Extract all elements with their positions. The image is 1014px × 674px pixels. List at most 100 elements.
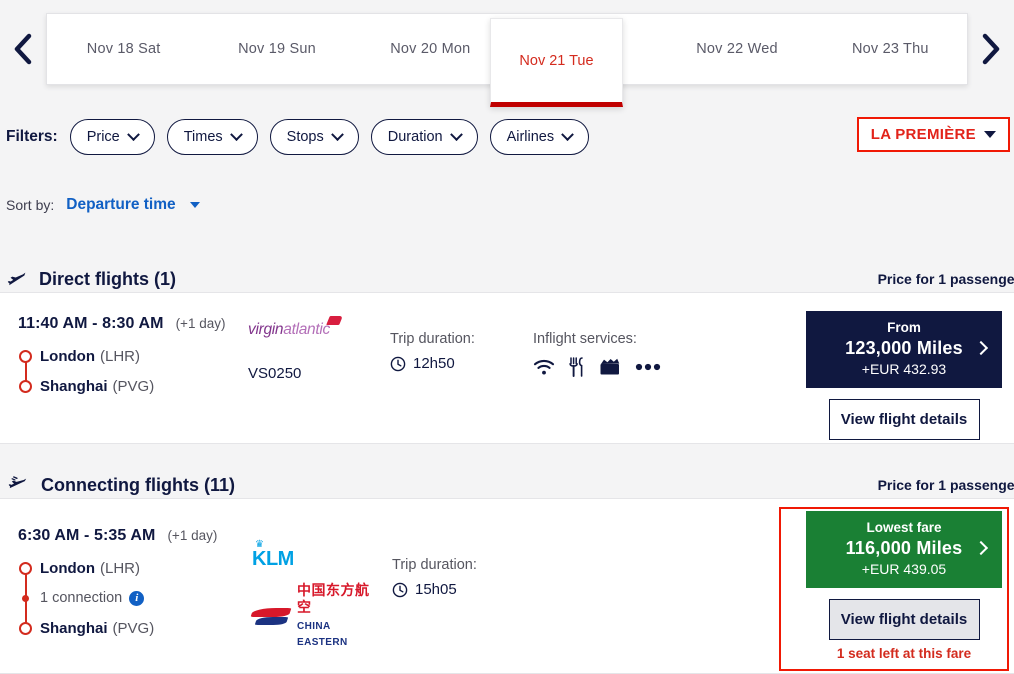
filter-price-label: Price [86,129,120,145]
price-note-connecting: Price for 1 passenger [877,477,1014,493]
filter-times-button[interactable]: Times [166,119,258,155]
times-connecting: 6:30 AM - 5:35 AM (+1 day) [18,527,268,545]
filter-airlines-button[interactable]: Airlines [489,119,590,155]
times-direct: 11:40 AM - 8:30 AM (+1 day) [18,315,268,333]
duration-label: Trip duration: [390,331,475,347]
china-eastern-logo: 中国东方航空 CHINA EASTERN [250,583,382,650]
services-block-direct: Inflight services: [533,331,661,377]
duration-value: 12h50 [413,355,455,372]
caret-down-icon[interactable] [189,202,200,208]
flight-number: VS0250 [248,365,302,382]
date-tab-2[interactable]: Nov 20 Mon [354,14,507,84]
airline-block-direct: virginatlantic VS0250 [248,316,378,382]
filter-stops-label: Stops [286,129,324,145]
origin-code: (LHR) [99,559,140,577]
destination-node-icon [19,380,32,393]
connection-leg: 1 connection i [40,583,268,613]
service-icons [533,357,661,377]
legs-connecting: London (LHR) 1 connection i Shanghai (PV… [18,553,268,643]
sort-label: Sort by: [6,197,55,213]
duration-value-row: 12h50 [390,355,475,372]
price-taxes: +EUR 432.93 [861,361,947,377]
origin-node-icon [19,562,32,575]
origin-leg: London (LHR) [40,553,268,583]
price-miles: 123,000 Miles [845,338,963,358]
departure-arrival-times: 6:30 AM - 5:35 AM [18,527,156,544]
destination-code: (PVG) [112,619,155,637]
klm-label: KLM [252,548,294,570]
next-dates-button[interactable] [968,0,1014,97]
origin-node-icon [19,350,32,363]
flight-card-direct[interactable]: 11:40 AM - 8:30 AM (+1 day) London (LHR)… [0,292,1014,444]
sort-row: Sort by: Departure time [6,196,200,214]
chevron-down-icon [126,127,140,141]
destination-city: Shanghai [40,377,108,395]
virgin-atlantic-logo: virginatlantic [248,316,343,339]
destination-leg: Shanghai (PVG) [40,371,268,401]
duration-value-row: 15h05 [392,581,477,598]
filter-duration-button[interactable]: Duration [370,119,478,155]
chevron-down-icon [229,127,243,141]
klm-logo: ♛ KLM [252,540,382,570]
price-column-direct: From 123,000 Miles +EUR 432.93 View flig… [806,311,1002,440]
destination-code: (PVG) [112,377,155,395]
date-selector-bar: Nov 18 Sat Nov 19 Sun Nov 20 Mon Nov 21 … [0,0,1014,107]
date-tab-1[interactable]: Nov 19 Sun [200,14,353,84]
origin-leg: London (LHR) [40,341,268,371]
section-title-direct: Direct flights (1) [6,269,176,290]
price-kicker: From [887,320,921,335]
route-direct: 11:40 AM - 8:30 AM (+1 day) London (LHR)… [18,315,268,401]
sort-value-button[interactable]: Departure time [66,196,175,214]
flight-card-connecting[interactable]: 6:30 AM - 5:35 AM (+1 day) London (LHR) … [0,498,1014,674]
airplane-icon [7,272,26,286]
price-note-direct: Price for 1 passenger [877,271,1014,287]
filter-price-button[interactable]: Price [69,119,155,155]
chevron-down-icon [330,127,344,141]
date-tab-0[interactable]: Nov 18 Sat [47,14,200,84]
date-tab-5[interactable]: Nov 23 Thu [814,14,967,84]
meal-icon [569,357,583,377]
origin-city: London [40,559,95,577]
chevron-down-icon [561,127,574,141]
filter-airlines-label: Airlines [506,129,555,145]
day-offset: (+1 day) [175,316,226,331]
route-connecting: 6:30 AM - 5:35 AM (+1 day) London (LHR) … [18,527,268,643]
clock-icon [390,356,406,371]
duration-block-direct: Trip duration: 12h50 [390,331,475,372]
select-fare-button-direct[interactable]: From 123,000 Miles +EUR 432.93 [806,311,1002,388]
china-eastern-mark-icon [250,606,292,628]
cabin-class-label: LA PREMIÈRE [870,126,976,143]
date-tab-4[interactable]: Nov 22 Wed [660,14,813,84]
filter-stops-button[interactable]: Stops [269,119,359,155]
view-flight-details-button-direct[interactable]: View flight details [828,399,980,440]
services-label: Inflight services: [533,331,637,347]
caret-down-icon [984,131,996,138]
china-eastern-cn: 中国东方航空 [297,582,370,615]
china-eastern-text: 中国东方航空 CHINA EASTERN [297,583,382,650]
airplane-connection-icon [8,476,27,489]
virgin-flag-icon [326,316,343,325]
cabin-class-dropdown[interactable]: LA PREMIÈRE [856,117,1010,152]
info-icon[interactable]: i [129,590,145,606]
previous-dates-button[interactable] [0,0,46,97]
duration-value: 15h05 [415,581,457,598]
day-offset: (+1 day) [167,528,218,543]
duration-label: Trip duration: [392,557,477,573]
section-title-connecting: Connecting flights (11) [6,475,235,496]
destination-node-icon [19,622,32,635]
destination-leg: Shanghai (PVG) [40,613,268,643]
filter-duration-label: Duration [387,129,443,145]
virgin-atlantic-word1: virgin [248,321,284,338]
duration-block-connecting: Trip duration: 15h05 [392,557,477,598]
date-tab-selected[interactable]: Nov 21 Tue [490,18,623,107]
section-title-direct-label: Direct flights (1) [39,268,177,289]
airline-block-connecting: ♛ KLM 中国东方航空 CHINA EASTERN [250,540,382,650]
connection-node-icon [22,595,29,602]
origin-code: (LHR) [99,347,140,365]
flight-results-page: Nov 18 Sat Nov 19 Sun Nov 20 Mon Nov 21 … [0,0,1014,674]
section-title-connecting-label: Connecting flights (11) [41,474,236,495]
china-eastern-en: CHINA EASTERN [297,620,348,649]
filter-times-label: Times [183,129,223,145]
selection-highlight-box [779,507,1009,671]
virgin-atlantic-word2: atlantic [283,321,330,338]
